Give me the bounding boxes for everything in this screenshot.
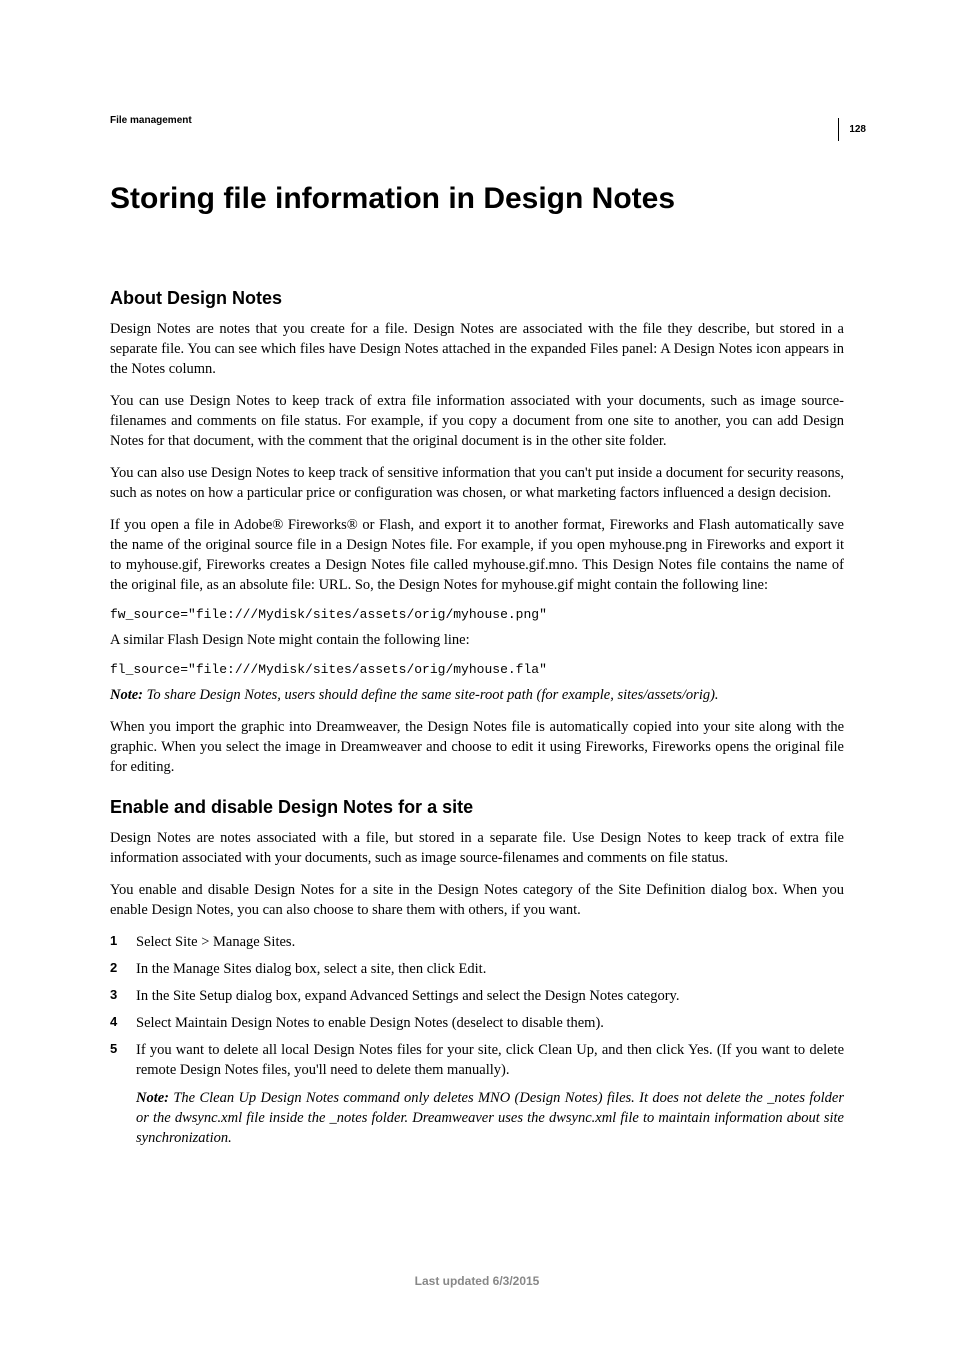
note-label: Note: — [110, 687, 143, 703]
step-number: 5 — [110, 1040, 136, 1080]
paragraph: You can also use Design Notes to keep tr… — [110, 463, 844, 503]
step-note: Note: The Clean Up Design Notes command … — [136, 1088, 844, 1148]
code-line: fw_source="file:///Mydisk/sites/assets/o… — [110, 607, 844, 622]
paragraph: You can use Design Notes to keep track o… — [110, 391, 844, 451]
step-list: 1Select Site > Manage Sites. 2In the Man… — [110, 932, 844, 1080]
step-item: 5If you want to delete all local Design … — [110, 1040, 844, 1080]
note-body: To share Design Notes, users should defi… — [143, 687, 719, 703]
step-item: 2In the Manage Sites dialog box, select … — [110, 959, 844, 979]
section-heading-enable: Enable and disable Design Notes for a si… — [110, 797, 844, 818]
note-body: The Clean Up Design Notes command only d… — [136, 1090, 844, 1146]
step-text: Select Site > Manage Sites. — [136, 932, 844, 952]
paragraph: A similar Flash Design Note might contai… — [110, 630, 844, 650]
step-number: 4 — [110, 1013, 136, 1033]
header-section-label: File management — [110, 115, 844, 126]
code-line: fl_source="file:///Mydisk/sites/assets/o… — [110, 662, 844, 677]
step-number: 2 — [110, 959, 136, 979]
paragraph: You enable and disable Design Notes for … — [110, 880, 844, 920]
step-number: 3 — [110, 986, 136, 1006]
step-item: 1Select Site > Manage Sites. — [110, 932, 844, 952]
paragraph: Design Notes are notes that you create f… — [110, 319, 844, 379]
step-item: 3In the Site Setup dialog box, expand Ad… — [110, 986, 844, 1006]
paragraph: When you import the graphic into Dreamwe… — [110, 717, 844, 777]
paragraph: If you open a file in Adobe® Fireworks® … — [110, 515, 844, 595]
step-text: Select Maintain Design Notes to enable D… — [136, 1013, 844, 1033]
note-label: Note: — [136, 1090, 169, 1106]
section-heading-about: About Design Notes — [110, 288, 844, 309]
step-text: In the Manage Sites dialog box, select a… — [136, 959, 844, 979]
page-number: 128 — [838, 118, 866, 141]
page-title: Storing file information in Design Notes — [110, 182, 844, 216]
paragraph: Design Notes are notes associated with a… — [110, 828, 844, 868]
step-text: In the Site Setup dialog box, expand Adv… — [136, 986, 844, 1006]
footer-updated: Last updated 6/3/2015 — [0, 1274, 954, 1288]
step-number: 1 — [110, 932, 136, 952]
step-text: If you want to delete all local Design N… — [136, 1040, 844, 1080]
note-paragraph: Note: To share Design Notes, users shoul… — [110, 685, 844, 705]
step-item: 4Select Maintain Design Notes to enable … — [110, 1013, 844, 1033]
